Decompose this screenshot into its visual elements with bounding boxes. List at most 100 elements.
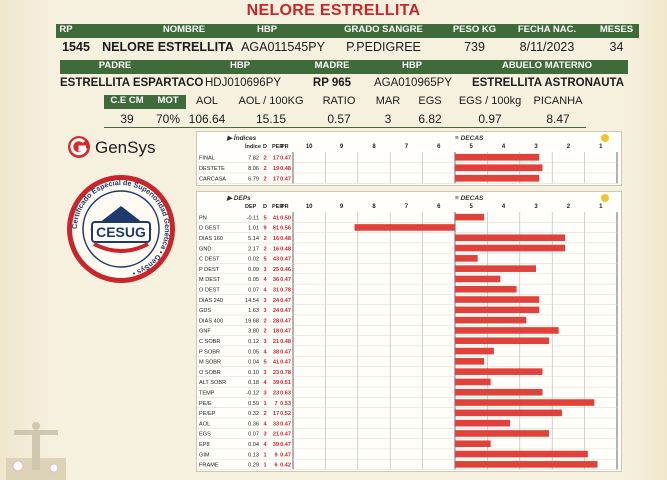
- row-deca: 4: [263, 349, 267, 355]
- row-name: M DEST: [199, 277, 221, 283]
- deca-bar: [455, 265, 536, 272]
- value-picanha: 8.47: [546, 112, 570, 126]
- deca-tick-label: 1: [599, 144, 603, 150]
- value-hbp-madre: AGA010965PY: [373, 77, 452, 89]
- deca-bar: [455, 419, 511, 427]
- deca-tick-label: 5: [470, 144, 474, 150]
- deca-bar: [455, 244, 566, 252]
- row-deca: 1: [263, 401, 266, 407]
- row-per: 7: [274, 401, 277, 407]
- label-abuelo-materno: ABUELO MATERNO: [501, 60, 593, 71]
- row-pr: 0.52: [280, 411, 291, 417]
- value-ratio: 0.57: [327, 112, 351, 126]
- row-per: 18: [273, 329, 279, 335]
- row-name: DIAS 160: [199, 236, 223, 242]
- row-per: 41: [273, 215, 279, 221]
- deca-bar: [455, 296, 540, 303]
- row-per: 25: [273, 267, 279, 273]
- deca-bar: [455, 430, 549, 437]
- row-deca: 3: [263, 339, 266, 345]
- row-deca: 2: [263, 166, 266, 172]
- row-deca: 2: [263, 411, 266, 417]
- label-mar: MAR: [375, 95, 401, 107]
- row-per: 16: [273, 236, 279, 242]
- row-pr: 0.47: [280, 156, 291, 162]
- row-per: 36: [273, 277, 279, 283]
- row-deca: 3: [263, 298, 266, 304]
- row-deca: 2: [263, 177, 266, 183]
- row-value: 14.54: [245, 298, 259, 304]
- row-pr: 0.47: [280, 329, 291, 335]
- parents-header-values: ESTRELLITA ESPARTACO HDJ010696PY RP 965 …: [60, 76, 628, 92]
- row-name: CARCASA: [199, 177, 226, 183]
- label-rp: RP: [59, 24, 73, 35]
- label-egs-100kg: EGS / 100kg: [458, 95, 522, 107]
- row-name: EGS: [199, 432, 211, 438]
- deca-tick-label: 9: [340, 144, 344, 150]
- deca-bar: [455, 347, 494, 355]
- deca-bar: [455, 255, 478, 262]
- deca-bar: [455, 234, 566, 242]
- value-abuelo-materno: ESTRELLITA ASTRONAUTA: [471, 77, 625, 89]
- deca-tick-label: 3: [534, 204, 538, 210]
- deca-bar: [455, 153, 540, 161]
- value-padre: ESTRELLITA ESPARTACO: [60, 77, 204, 89]
- row-pr: 0.47: [280, 177, 291, 183]
- row-name: PE/EP: [199, 411, 216, 417]
- label-grado-sangre: GRADO SANGRE: [344, 24, 423, 35]
- value-nombre: NELORE ESTRELLITA: [102, 40, 234, 54]
- row-deca: 4: [263, 380, 267, 386]
- deca-tick-label: 5: [470, 204, 474, 210]
- row-name: TEMP: [199, 391, 215, 397]
- indices-panel: ▶ Índices ≡ DECAS Índice D PER PR 10 9 8 7 6 5 4 3 2 1 F…: [196, 131, 622, 186]
- label-hbp: HBP: [256, 24, 278, 35]
- row-per: 81: [273, 226, 279, 232]
- row-pr: 0.48: [280, 246, 291, 252]
- row-name: ALT SOBR: [199, 380, 226, 386]
- row-value: 0.09: [248, 267, 259, 273]
- animal-header-values: 1545 NELORE ESTRELLITA AGA011545PY P.PED…: [56, 39, 639, 55]
- deca-bar: [455, 368, 543, 375]
- row-value: 0.32: [248, 411, 259, 417]
- value-mar: 3: [384, 112, 392, 126]
- row-name: DIAS 400: [199, 318, 223, 324]
- row-value: 0.10: [248, 370, 259, 376]
- row-per: 39: [273, 442, 279, 448]
- row-pr: 0.50: [280, 215, 291, 221]
- deca-tick-label: 6: [437, 204, 441, 210]
- row-value: 7.82: [248, 156, 259, 162]
- row-per: 33: [273, 421, 279, 427]
- data-sheet: NELORE ESTRELLITA RP NOMBRE HBP GRADO SA…: [0, 0, 667, 480]
- row-value: 3.80: [248, 329, 259, 335]
- seal-cesug-text: CESUG: [96, 224, 146, 240]
- gensys-logo: GenSys: [68, 136, 155, 158]
- value-ce-cm: 39: [120, 112, 134, 126]
- label-hbp-padre: HBP: [229, 60, 251, 71]
- row-pr: 0.47: [280, 277, 291, 283]
- row-per: 17: [273, 156, 279, 162]
- row-deca: 2: [263, 236, 266, 242]
- deca-bar: [455, 409, 562, 417]
- deca-tick-label: 8: [372, 144, 376, 150]
- row-name: GND: [199, 246, 211, 252]
- row-value: -0.12: [246, 391, 259, 397]
- row-value: 0.02: [248, 257, 259, 263]
- row-per: 28: [273, 318, 279, 324]
- value-egs: 6.82: [418, 112, 442, 126]
- row-pr: 0.48: [280, 166, 291, 172]
- column-header: PR: [281, 204, 289, 210]
- row-per: 17: [273, 411, 279, 417]
- row-deca: 5: [263, 215, 266, 221]
- label-picanha: PICANHA: [533, 95, 583, 107]
- panel-title: ▶ Índices: [226, 133, 257, 142]
- deca-tick-label: 10: [306, 204, 313, 210]
- deca-bar: [455, 285, 517, 293]
- row-value: 8.06: [248, 166, 259, 172]
- deca-tick-label: 6: [437, 144, 441, 150]
- deca-tick-label: 4: [502, 144, 506, 150]
- row-value: 0.12: [248, 339, 259, 345]
- row-pr: 0.47: [280, 452, 291, 458]
- row-value: 1.01: [248, 226, 259, 232]
- row-deca: 4: [263, 277, 267, 283]
- row-value: 0.36: [248, 421, 259, 427]
